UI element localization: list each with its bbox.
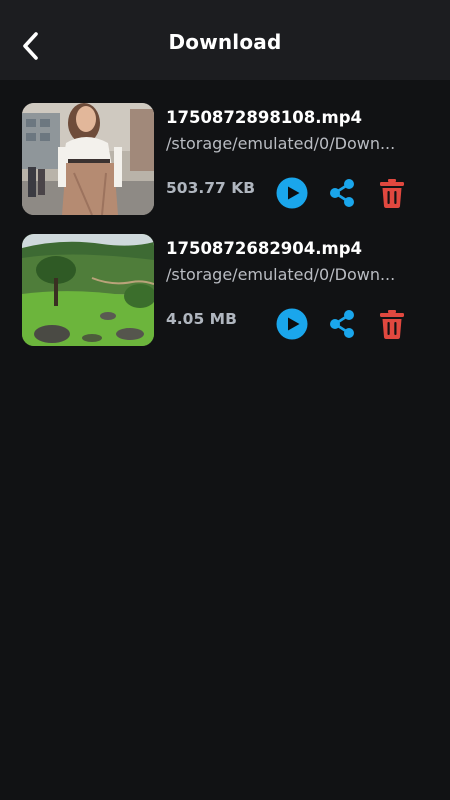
list-item[interactable]: 1750872898108.mp4 /storage/emulated/0/Do…	[0, 100, 450, 231]
delete-button[interactable]	[375, 176, 409, 210]
video-thumbnail[interactable]	[22, 103, 154, 215]
download-list: 1750872898108.mp4 /storage/emulated/0/Do…	[0, 100, 450, 362]
play-button[interactable]	[275, 176, 309, 210]
share-button[interactable]	[325, 176, 359, 210]
file-path: /storage/emulated/0/Down...	[166, 265, 396, 284]
file-size: 4.05 MB	[166, 310, 237, 328]
list-item[interactable]: 1750872682904.mp4 /storage/emulated/0/Do…	[0, 231, 450, 362]
green-hills-landscape-thumbnail	[22, 234, 154, 346]
file-name: 1750872682904.mp4	[166, 239, 363, 258]
file-size: 503.77 KB	[166, 179, 256, 197]
woman-on-street-thumbnail	[22, 103, 154, 215]
video-thumbnail[interactable]	[22, 234, 154, 346]
play-circle-icon	[276, 308, 308, 340]
top-app-bar: Download	[0, 0, 450, 80]
delete-button[interactable]	[375, 307, 409, 341]
share-button[interactable]	[325, 307, 359, 341]
play-circle-icon	[276, 177, 308, 209]
file-name: 1750872898108.mp4	[166, 108, 363, 127]
share-icon	[330, 179, 354, 207]
trash-icon	[380, 179, 404, 208]
play-button[interactable]	[275, 307, 309, 341]
app-screen: Download 1750872898108.mp4 /storage/emul…	[0, 0, 450, 800]
file-path: /storage/emulated/0/Down...	[166, 134, 396, 153]
share-icon	[330, 310, 354, 338]
trash-icon	[380, 310, 404, 339]
page-title: Download	[168, 30, 282, 54]
